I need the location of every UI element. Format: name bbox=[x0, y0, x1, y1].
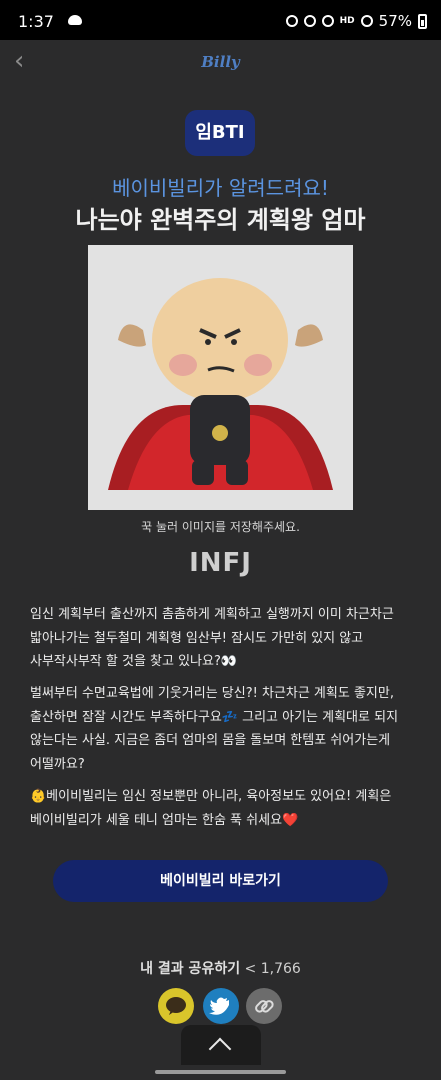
status-icons: HD 57% bbox=[285, 12, 427, 30]
twitter-icon bbox=[209, 997, 229, 1015]
mbti-type: INFJ bbox=[189, 548, 252, 578]
mute-icon bbox=[303, 15, 316, 27]
twitter-share-button[interactable] bbox=[203, 988, 239, 1024]
wifi-icon bbox=[321, 15, 334, 27]
image-save-hint: 꾹 눌러 이미지를 저장해주세요. bbox=[141, 520, 300, 534]
network-label: HD bbox=[339, 15, 355, 26]
go-to-babybilly-button[interactable]: 베이비빌리 바로가기 bbox=[53, 860, 388, 902]
scroll-up-handle[interactable] bbox=[181, 1025, 261, 1065]
kakao-share-button[interactable] bbox=[158, 988, 194, 1024]
status-bar: 1:37 HD 57% bbox=[0, 0, 441, 40]
test-badge: 임BTI bbox=[185, 110, 255, 156]
chevron-up-icon bbox=[208, 1037, 232, 1061]
signal-icon bbox=[360, 15, 373, 27]
result-title: 나는야 완벽주의 계획왕 엄마 bbox=[75, 206, 366, 234]
copy-link-button[interactable] bbox=[246, 988, 282, 1024]
status-time: 1:37 bbox=[18, 12, 54, 31]
home-indicator bbox=[155, 1070, 286, 1074]
character-illustration bbox=[88, 245, 353, 510]
description-paragraph-2: 벌써부터 수면교육법에 기웃거리는 당신?! 차근차근 계획도 좋지만, 출산하… bbox=[30, 686, 399, 772]
share-section: 내 결과 공유하기 < 1,766 bbox=[0, 958, 441, 978]
notification-icon bbox=[68, 15, 82, 25]
result-character-image[interactable] bbox=[88, 245, 353, 510]
battery-icon bbox=[418, 13, 427, 29]
result-subtitle: 베이비빌리가 알려드려요! bbox=[112, 176, 329, 200]
battery-percent: 57% bbox=[378, 12, 412, 30]
share-count: 1,766 bbox=[260, 961, 301, 977]
share-icon-small: < bbox=[244, 961, 261, 977]
link-icon bbox=[255, 1000, 274, 1013]
description-paragraph-1: 임신 계획부터 출산까지 촘촘하게 계획하고 실행까지 이미 차근차근 밟아나가… bbox=[30, 607, 394, 669]
description-paragraph-3: 👶베이비빌리는 임신 정보뿐만 아니라, 육아정보도 있어요! 계획은 베이비빌… bbox=[30, 789, 392, 828]
alarm-icon bbox=[285, 15, 298, 27]
app-logo: Billy bbox=[201, 53, 240, 71]
kakao-icon bbox=[166, 997, 186, 1015]
share-label: 내 결과 공유하기 bbox=[140, 961, 241, 977]
top-bar: ‹ Billy bbox=[0, 40, 441, 84]
